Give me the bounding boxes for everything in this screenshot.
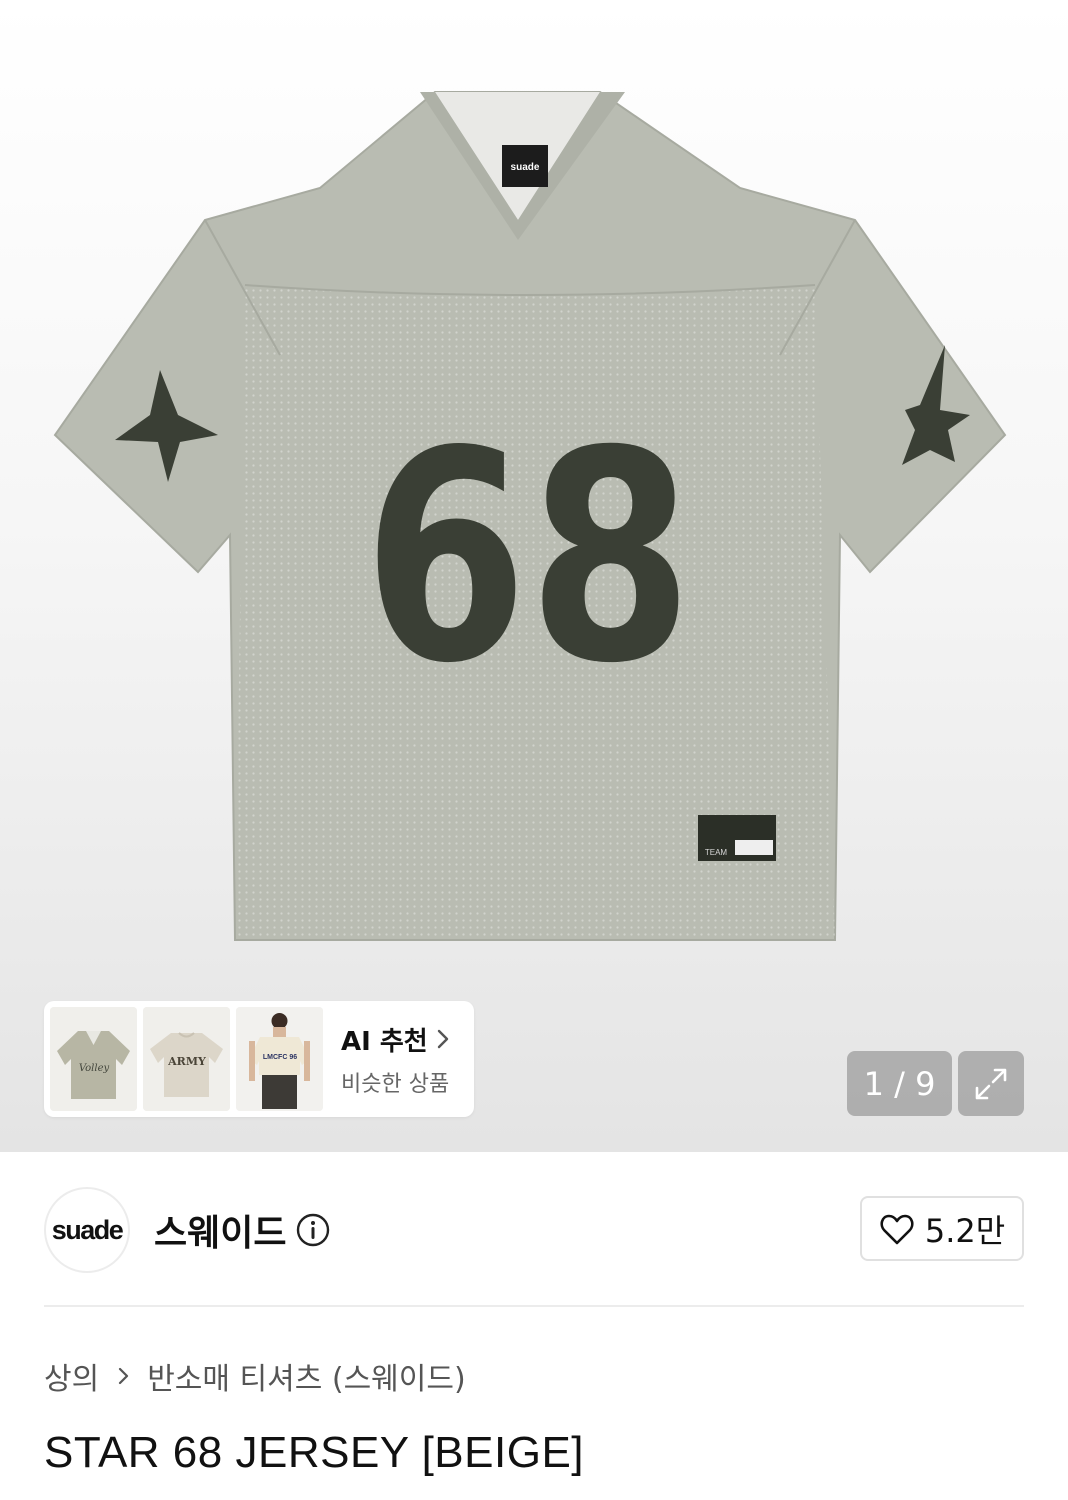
product-gallery[interactable]: suade 68 TEAM Volley ARMY LMCFC 96 AI 추천… [0,0,1068,1152]
chevron-right-icon [119,1367,129,1385]
thumbnail-3[interactable]: LMCFC 96 [236,1007,323,1111]
thumbnail-1[interactable]: Volley [50,1007,137,1111]
image-counter: 1 / 9 [847,1051,952,1116]
recommendation-strip[interactable]: Volley ARMY LMCFC 96 AI 추천 비슷한 상품 [44,1001,474,1117]
ai-recommend-title: AI 추천 [341,1026,428,1057]
thumbnail-3-text: LMCFC 96 [263,1054,297,1061]
ai-recommend-subtitle: 비슷한 상품 [341,1071,450,1097]
chevron-right-icon [437,1029,448,1049]
thumbnail-2-text: ARMY [167,1055,206,1068]
jersey-number: 68 [363,390,693,727]
like-count: 5.2만 [924,1211,1006,1250]
divider [44,1305,1024,1307]
thumbnail-2[interactable]: ARMY [143,1007,230,1111]
collar-label: suade [511,162,540,173]
brand-name[interactable]: 스웨이드 [154,1204,286,1256]
expand-icon [975,1068,1007,1099]
brand-logo[interactable]: suade [44,1187,130,1273]
info-icon[interactable] [296,1213,330,1247]
breadcrumb: 상의 반소매 티셔츠 (스웨이드) [44,1352,466,1400]
ai-recommend-link[interactable]: AI 추천 비슷한 상품 [341,1021,450,1098]
jersey-image[interactable]: suade 68 TEAM [40,70,1030,960]
expand-button[interactable] [958,1051,1024,1116]
hem-label: TEAM [705,848,728,857]
product-title: STAR 68 JERSEY [BEIGE] [44,1428,585,1477]
brand-row: suade 스웨이드 5.2만 [44,1186,1024,1274]
like-button[interactable]: 5.2만 [860,1196,1024,1261]
breadcrumb-category[interactable]: 상의 [44,1354,99,1398]
heart-outline-icon [880,1214,914,1244]
breadcrumb-subcategory[interactable]: 반소매 티셔츠 (스웨이드) [147,1354,465,1398]
thumbnail-1-text: Volley [79,1063,110,1074]
